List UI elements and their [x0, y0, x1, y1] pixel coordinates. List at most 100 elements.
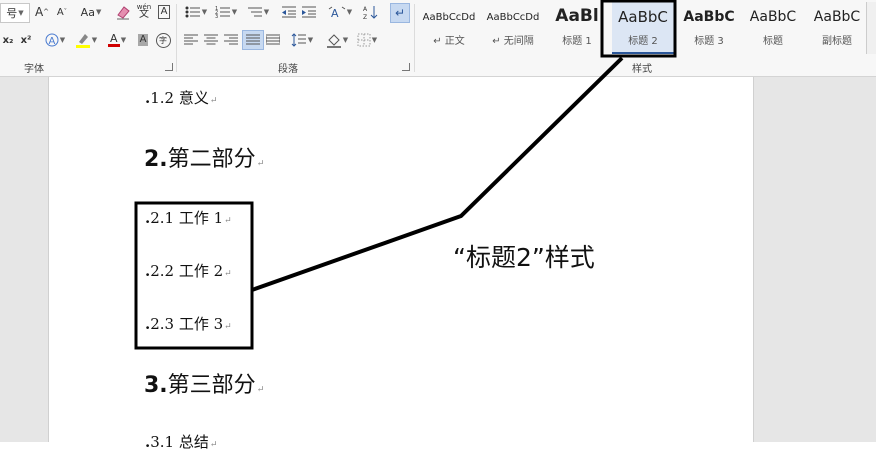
style-name: 标题 2	[628, 36, 658, 47]
bullets-icon	[185, 6, 200, 18]
down-caret-icon: ˇ	[63, 8, 68, 16]
change-case-button[interactable]: Aa ▼	[78, 3, 104, 21]
style-sample: AaBbCcDd	[422, 12, 476, 23]
align-right-button[interactable]	[222, 31, 240, 49]
heading-2-line[interactable]: 3.第三部分↵	[144, 367, 264, 399]
sort-button[interactable]: AZ	[362, 3, 380, 21]
document-page[interactable]: .1.2 意义↵ 2.第二部分↵ .2.1 工作 1↵ .2.2 工作 2↵ .…	[48, 77, 754, 451]
ribbon: 号 ▼ A ^ Aˇ Aa ▼ wén 文 A x₂ x² A ▼ ▼ A ▼ A 字	[0, 0, 876, 77]
annotation-label: “标题2”样式	[453, 243, 595, 272]
shrink-font-button[interactable]: Aˇ	[53, 3, 71, 21]
align-center-icon	[204, 34, 218, 45]
bullets-button[interactable]: ▼	[182, 3, 210, 21]
chevron-down-icon: ▼	[201, 8, 208, 16]
numbering-button[interactable]: 1 2 3 ▼	[212, 3, 240, 21]
paragraph-mark: ↵	[209, 96, 218, 106]
align-right-icon	[224, 34, 238, 45]
heading-2-line[interactable]: 2.第二部分↵	[144, 141, 264, 173]
style-heading-1[interactable]: AaBl 标题 1	[546, 2, 608, 52]
paragraph-mark: ↵	[224, 322, 232, 332]
shading-button[interactable]: ▼	[324, 31, 350, 49]
styles-gallery: AaBbCcDd ↵ 正文 AaBbCcDd ↵ 无间隔 AaBl 标题 1 A…	[418, 0, 864, 58]
character-shading-button[interactable]: A	[135, 31, 151, 49]
decrease-indent-button[interactable]	[280, 3, 298, 21]
svg-text:Z: Z	[363, 14, 367, 20]
heading-number: 2.	[144, 147, 168, 172]
heading-number: 3.	[144, 373, 168, 398]
font-dialog-launcher[interactable]	[165, 63, 173, 71]
paragraph-mark-icon: ↵	[394, 6, 406, 20]
heading-3-line[interactable]: .1.2 意义↵	[145, 87, 217, 108]
subscript-button[interactable]: x₂	[0, 31, 16, 49]
svg-text:A: A	[48, 36, 55, 47]
justify-icon	[246, 34, 260, 45]
style-normal[interactable]: AaBbCcDd ↵ 正文	[418, 2, 480, 52]
enclose-characters-button[interactable]: 字	[155, 31, 171, 49]
font-group-label: 字体	[24, 64, 44, 75]
chevron-down-icon: ▼	[18, 9, 24, 17]
font-size-dropdown[interactable]: 号 ▼	[0, 3, 30, 23]
chevron-down-icon: ▼	[95, 8, 102, 16]
chinese-layout-icon: A	[328, 6, 346, 19]
text-effects-icon: A	[45, 33, 59, 47]
enclose-characters-icon: 字	[155, 32, 171, 48]
distributed-icon	[266, 34, 280, 45]
paragraph-group-label: 段落	[278, 64, 298, 75]
styles-gallery-scroll[interactable]	[866, 2, 876, 54]
paragraph-mark: ↵	[256, 385, 265, 395]
heading-text: 3.1 总结	[150, 433, 209, 451]
superscript-button[interactable]: x²	[18, 31, 34, 49]
style-title[interactable]: AaBbC 标题	[742, 2, 804, 52]
superscript-icon: x²	[20, 34, 32, 46]
align-left-button[interactable]	[182, 31, 200, 49]
align-center-button[interactable]	[202, 31, 220, 49]
chevron-down-icon: ▼	[59, 36, 66, 44]
heading-3-line[interactable]: .2.2 工作 2↵	[145, 260, 232, 281]
chinese-layout-button[interactable]: A ▼	[326, 3, 354, 21]
multilevel-list-button[interactable]: ▼	[244, 3, 272, 21]
heading-text: 2.3 工作 3	[150, 315, 224, 333]
increase-indent-button[interactable]	[300, 3, 318, 21]
style-name: 标题	[763, 36, 783, 47]
distributed-button[interactable]	[264, 31, 282, 49]
line-spacing-icon	[291, 33, 306, 47]
heading-text: 2.2 工作 2	[150, 262, 224, 280]
style-name: 副标题	[822, 36, 852, 47]
paragraph-dialog-launcher[interactable]	[402, 63, 410, 71]
subscript-icon: x₂	[2, 34, 14, 46]
style-heading-3[interactable]: AaBbC 标题 3	[678, 2, 740, 52]
chevron-down-icon: ▼	[307, 36, 314, 44]
chevron-down-icon: ▼	[231, 8, 238, 16]
justify-button[interactable]	[242, 30, 264, 50]
up-caret-icon: ^	[43, 8, 50, 16]
heading-3-line[interactable]: .2.3 工作 3↵	[145, 313, 232, 334]
style-sample: AaBbC	[618, 8, 668, 26]
style-subtitle[interactable]: AaBbC 副标题	[806, 2, 868, 52]
chevron-down-icon: ▼	[120, 36, 127, 44]
style-name: 标题 1	[562, 36, 592, 47]
style-name: ↵ 正文	[433, 36, 465, 47]
clear-formatting-button[interactable]	[114, 3, 132, 21]
grow-font-button[interactable]: A ^	[33, 3, 51, 21]
eraser-icon	[117, 6, 130, 20]
chevron-down-icon: ▼	[346, 8, 353, 16]
phonetic-guide-button[interactable]: wén 文	[135, 2, 153, 20]
highlight-button[interactable]: ▼	[72, 31, 100, 49]
heading-3-line[interactable]: .2.1 工作 1↵	[145, 207, 232, 228]
character-border-button[interactable]: A	[156, 3, 172, 21]
style-heading-2[interactable]: AaBbC 标题 2	[612, 2, 674, 54]
font-color-button[interactable]: A ▼	[104, 31, 130, 49]
group-separator	[176, 4, 177, 72]
style-no-spacing[interactable]: AaBbCcDd ↵ 无间隔	[482, 2, 544, 52]
borders-button[interactable]: ▼	[354, 31, 380, 49]
svg-text:A: A	[363, 6, 368, 13]
paragraph-mark: ↵	[256, 159, 265, 169]
show-marks-button[interactable]: ↵	[390, 3, 410, 23]
character-shading-icon: A	[137, 34, 149, 46]
line-spacing-button[interactable]: ▼	[288, 31, 316, 49]
increase-indent-icon	[302, 6, 316, 18]
chevron-down-icon: ▼	[91, 36, 98, 44]
styles-group-label: 样式	[632, 64, 652, 75]
text-effects-button[interactable]: A ▼	[42, 31, 68, 49]
highlighter-icon	[75, 34, 90, 48]
